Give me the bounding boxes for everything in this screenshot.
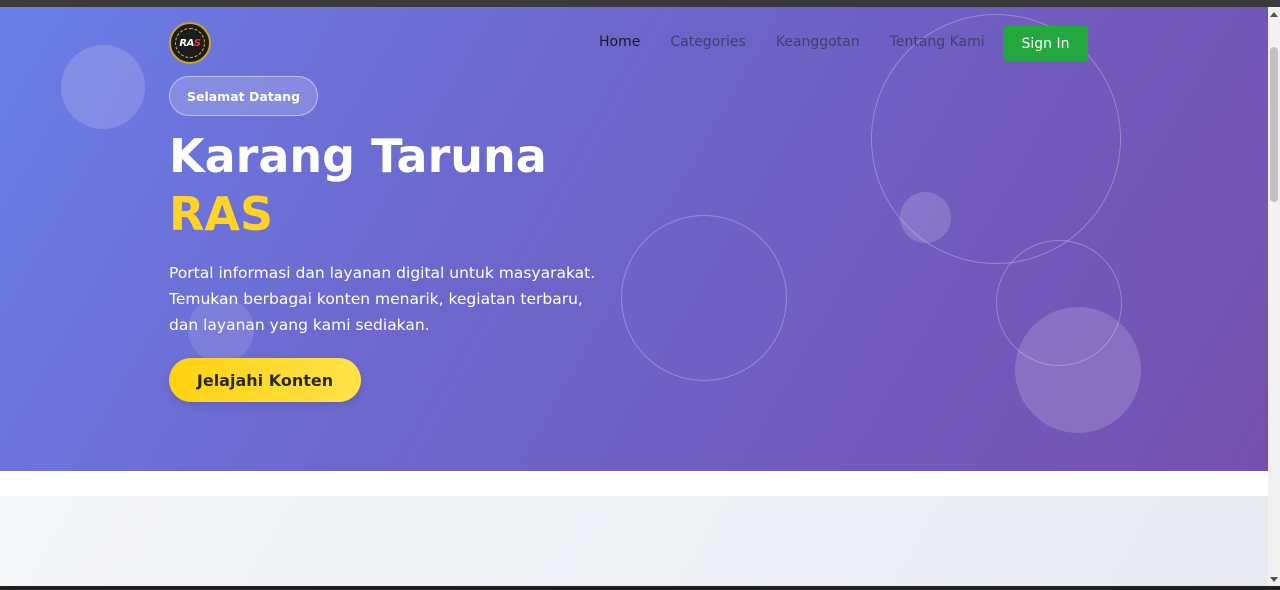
hero-title: Karang Taruna <box>169 129 547 183</box>
browser-bottom-edge <box>0 586 1280 590</box>
nav-item-categories[interactable]: Categories <box>670 34 745 50</box>
nav-menu: Home Categories Keanggotan Tentang Kami <box>599 34 985 50</box>
hero-section: RAS Home Categories Keanggotan Tentang K… <box>0 7 1268 471</box>
decorative-circle <box>900 192 951 243</box>
navbar: RAS Home Categories Keanggotan Tentang K… <box>0 7 1268 79</box>
scroll-up-icon[interactable] <box>1268 7 1280 21</box>
logo-text: RAS <box>179 37 201 49</box>
hero-title-accent: RAS <box>169 187 274 241</box>
welcome-badge: Selamat Datang <box>169 76 318 116</box>
page-viewport: RAS Home Categories Keanggotan Tentang K… <box>0 7 1268 586</box>
explore-content-button[interactable]: Jelajahi Konten <box>169 358 361 402</box>
decorative-ring <box>621 215 787 381</box>
ras-logo-icon[interactable]: RAS <box>169 22 211 64</box>
page-scrollbar[interactable] <box>1268 7 1280 586</box>
decorative-circle <box>1015 307 1141 433</box>
browser-top-edge <box>0 0 1280 7</box>
sign-in-button[interactable]: Sign In <box>1003 26 1088 61</box>
hero-description: Portal informasi dan layanan digital unt… <box>169 264 596 334</box>
scroll-down-icon[interactable] <box>1268 572 1280 586</box>
section-spacer <box>0 471 1268 496</box>
content-section <box>0 496 1268 586</box>
nav-item-home[interactable]: Home <box>599 34 640 50</box>
nav-item-tentang-kami[interactable]: Tentang Kami <box>890 34 985 50</box>
nav-item-keanggotan[interactable]: Keanggotan <box>776 34 860 50</box>
scrollbar-thumb[interactable] <box>1270 47 1278 202</box>
